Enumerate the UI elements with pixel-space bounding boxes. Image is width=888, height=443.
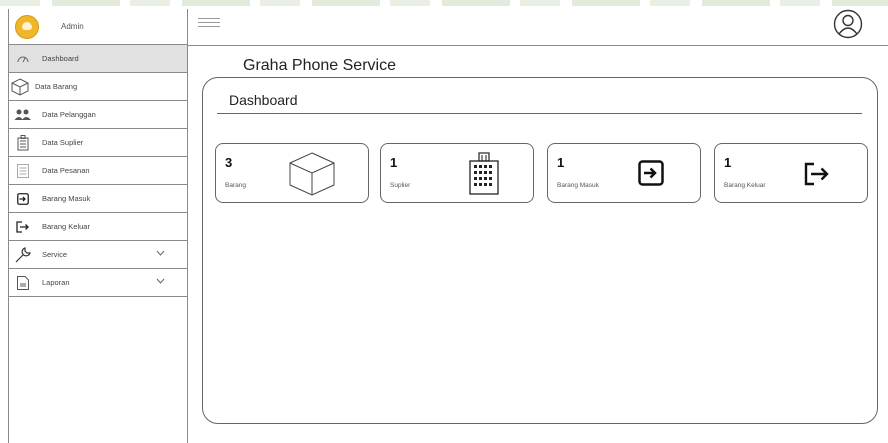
- sidebar-item-data-barang[interactable]: Data Barang: [9, 73, 187, 101]
- sidebar-item-laporan[interactable]: Laporan: [9, 269, 187, 297]
- box-icon: [11, 77, 29, 96]
- page-title: Dashboard: [229, 92, 298, 108]
- card-label: Suplier: [390, 182, 411, 189]
- list-icon: [14, 162, 32, 180]
- sidebar-header: Admin: [9, 9, 187, 45]
- wrench-icon: [14, 246, 32, 264]
- sidebar-item-dashboard[interactable]: Dashboard: [9, 45, 187, 73]
- sidebar-item-barang-keluar[interactable]: Barang Keluar: [9, 213, 187, 241]
- sign-out-icon: [14, 218, 32, 236]
- building-icon: [467, 152, 501, 201]
- sign-in-icon: [14, 190, 32, 208]
- card-suplier[interactable]: 1 Suplier: [380, 143, 534, 203]
- sidebar-item-barang-masuk[interactable]: Barang Masuk: [9, 185, 187, 213]
- top-band: [0, 0, 888, 6]
- card-value: 3: [225, 155, 233, 170]
- sidebar-item-label: Data Pelanggan: [42, 110, 96, 119]
- chevron-down-icon[interactable]: [156, 249, 165, 258]
- sidebar-item-label: Data Pesanan: [42, 166, 90, 175]
- card-barang[interactable]: 3 Barang: [215, 143, 369, 203]
- sidebar-item-label: Data Barang: [35, 82, 78, 91]
- card-barang-masuk[interactable]: 1 Barang Masuk: [547, 143, 701, 203]
- sign-out-icon: [804, 162, 830, 191]
- avatar[interactable]: [15, 14, 39, 39]
- sidebar-item-label: Barang Keluar: [42, 222, 90, 231]
- sidebar-item-data-pelanggan[interactable]: Data Pelanggan: [9, 101, 187, 129]
- sidebar-item-label: Data Suplier: [42, 138, 84, 147]
- user-name: Admin: [61, 22, 84, 31]
- sign-in-icon: [638, 160, 664, 191]
- title-divider: [217, 113, 862, 114]
- app-title: Graha Phone Service: [243, 57, 396, 74]
- sidebar-item-data-pesanan[interactable]: Data Pesanan: [9, 157, 187, 185]
- hamburger-icon[interactable]: [198, 18, 220, 30]
- card-barang-keluar[interactable]: 1 Barang Keluar: [714, 143, 868, 203]
- card-label: Barang: [225, 182, 246, 189]
- sidebar-item-label: Laporan: [42, 278, 70, 287]
- sidebar-item-label: Service: [42, 250, 68, 259]
- box-icon: [288, 151, 336, 202]
- card-value: 1: [724, 155, 732, 170]
- sidebar-item-label: Dashboard: [42, 54, 79, 63]
- sidebar: Admin Dashboard Data Barang Data Pelangg…: [8, 9, 188, 443]
- card-value: 1: [557, 155, 565, 170]
- sidebar-item-service[interactable]: Service: [9, 241, 187, 269]
- card-label: Barang Keluar: [724, 182, 766, 189]
- card-value: 1: [390, 155, 398, 170]
- building-icon: [14, 134, 32, 152]
- sidebar-item-label: Barang Masuk: [42, 194, 91, 203]
- users-icon: [14, 106, 32, 124]
- dashboard-gauge-icon: [14, 50, 32, 68]
- dashboard-panel: Dashboard 3 Barang 1 Suplier 1 Barang Ma…: [202, 77, 878, 424]
- sidebar-item-data-suplier[interactable]: Data Suplier: [9, 129, 187, 157]
- chevron-down-icon[interactable]: [156, 277, 165, 286]
- user-circle-icon[interactable]: [833, 9, 863, 39]
- card-label: Barang Masuk: [557, 182, 599, 189]
- header-divider: [188, 45, 888, 46]
- document-icon: [14, 274, 32, 292]
